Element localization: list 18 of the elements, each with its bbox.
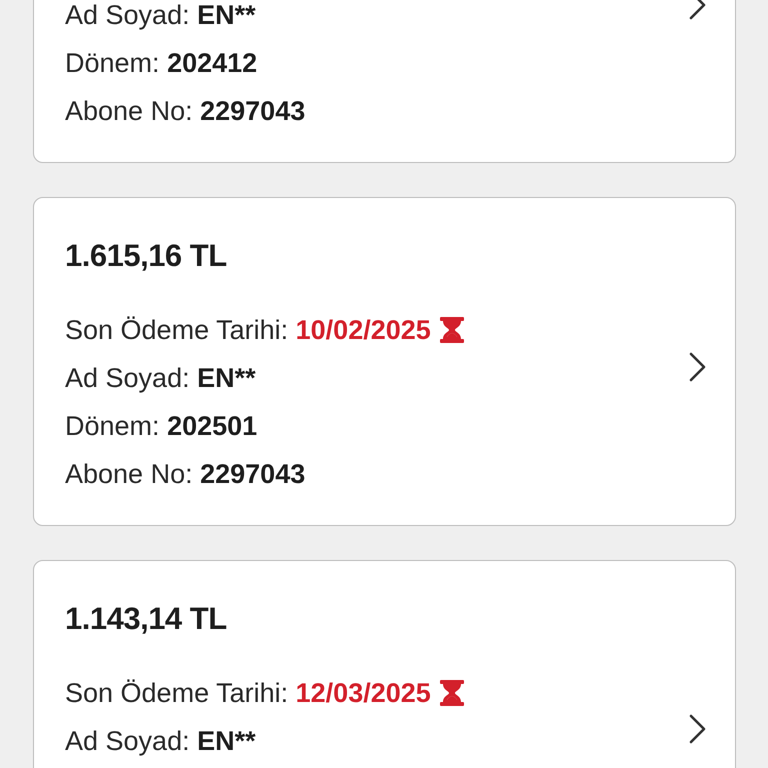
hourglass-icon xyxy=(438,316,465,344)
due-date-text: Son Ödeme Tarihi: 12/03/2025 xyxy=(65,678,431,708)
bill-detail-text: Ad Soyad: EN** xyxy=(65,726,256,756)
due-date-text: Son Ödeme Tarihi: 10/02/2025 xyxy=(65,314,431,346)
bill-card[interactable]: 1.615,16 TL Son Ödeme Tarihi: 10/02/2025 Ad Soyad: EN** Dönem: 202501 Abone No: 2297043 xyxy=(33,197,736,526)
chevron-icon[interactable] xyxy=(687,713,707,745)
hourglass-icon xyxy=(438,679,465,707)
bill-detail-text: Ad Soyad: EN** xyxy=(65,362,256,394)
bill-card[interactable]: Ad Soyad: EN** Dönem: 202412 Abone No: 2297043 xyxy=(33,0,736,163)
bill-amount: 1.143,14 TL xyxy=(65,600,228,638)
bill-detail-text: Abone No: 2297043 xyxy=(65,96,306,126)
bill-amount: 1.615,16 TL xyxy=(65,237,228,275)
chevron-icon[interactable] xyxy=(687,351,707,383)
bill-detail-text: Abone No: 2297043 xyxy=(65,458,306,490)
bill-detail-text: Dönem: 202501 xyxy=(65,410,258,442)
bill-card[interactable]: 1.143,14 TL Son Ödeme Tarihi: 12/03/2025 Ad Soyad: EN** xyxy=(33,560,736,768)
bill-detail-text: Ad Soyad: EN** xyxy=(65,0,256,30)
bill-detail-text: Dönem: 202412 xyxy=(65,48,258,78)
